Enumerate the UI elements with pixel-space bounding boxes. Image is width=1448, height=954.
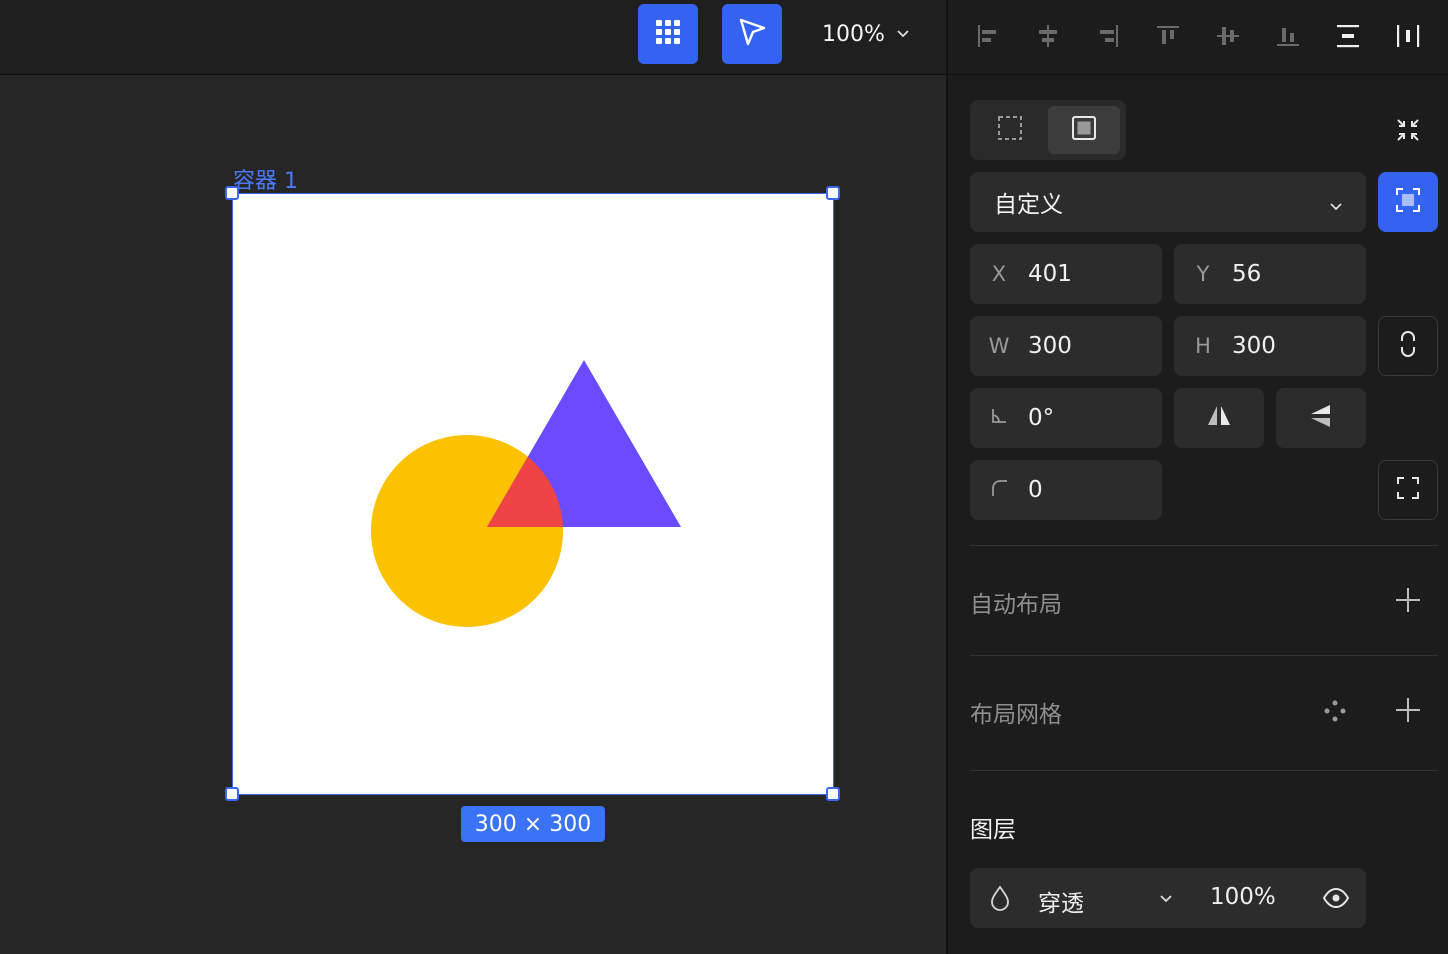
resize-handle-bottom-right[interactable] <box>826 787 840 801</box>
align-center-h-icon[interactable] <box>1030 18 1066 54</box>
collapse-icon[interactable] <box>1392 114 1424 146</box>
distribute-vertical-icon[interactable] <box>1330 18 1366 54</box>
resize-handle-bottom-left[interactable] <box>225 787 239 801</box>
frame-label[interactable]: 容器 1 <box>233 163 298 195</box>
constrain-proportions-button[interactable] <box>1378 316 1438 376</box>
grid-tool-button[interactable] <box>638 4 698 64</box>
radius-value: 0 <box>1028 477 1043 503</box>
auto-layout-title: 自动布局 <box>970 592 1062 618</box>
flip-vertical-icon <box>1307 402 1335 434</box>
width-field[interactable]: W 300 <box>970 316 1162 376</box>
fit-frame-icon <box>1394 186 1422 218</box>
grid-icon <box>654 18 682 50</box>
drop-icon <box>988 885 1012 915</box>
h-value: 300 <box>1232 333 1276 359</box>
eye-icon[interactable] <box>1322 886 1350 914</box>
w-value: 300 <box>1028 333 1072 359</box>
rotation-value: 0° <box>1028 405 1055 431</box>
select-tool-button[interactable] <box>722 4 782 64</box>
flip-horizontal-icon <box>1205 402 1233 434</box>
flip-vertical-button[interactable] <box>1276 388 1366 448</box>
frame-mode-toggle <box>970 100 1126 160</box>
frame-preset-dropdown[interactable]: 自定义 <box>970 172 1366 232</box>
corner-radius-field[interactable]: 0 <box>970 460 1162 520</box>
clip-off-option[interactable] <box>974 106 1046 154</box>
section-divider <box>970 770 1438 771</box>
frame-artwork <box>371 360 681 627</box>
corner-radius-icon <box>970 478 1028 503</box>
resize-handle-top-right[interactable] <box>826 186 840 200</box>
add-layout-grid-icon[interactable] <box>1393 695 1423 725</box>
link-icon <box>1394 330 1422 362</box>
layer-blend-row: 穿透 100% <box>970 868 1366 928</box>
y-value: 56 <box>1232 261 1262 287</box>
section-divider <box>970 655 1438 656</box>
corners-icon <box>1394 474 1422 506</box>
filled-square-icon <box>1070 114 1098 146</box>
size-badge: 300 × 300 <box>461 806 605 842</box>
layout-grid-title: 布局网格 <box>970 702 1062 728</box>
rotation-icon <box>970 406 1028 431</box>
chevron-down-icon <box>1328 194 1344 220</box>
align-top-icon[interactable] <box>1150 18 1186 54</box>
h-label: H <box>1195 334 1211 358</box>
blend-mode-value[interactable]: 穿透 <box>1038 884 1084 918</box>
x-value: 401 <box>1028 261 1072 287</box>
x-label: X <box>991 262 1007 286</box>
alignment-toolbar <box>948 0 1448 75</box>
align-left-icon[interactable] <box>970 18 1006 54</box>
resize-handle-top-left[interactable] <box>225 186 239 200</box>
chevron-down-icon <box>895 22 911 47</box>
align-middle-v-icon[interactable] <box>1210 18 1246 54</box>
independent-corners-button[interactable] <box>1378 460 1438 520</box>
properties-panel: 自定义 X 401 Y 56 W 300 H 300 0° 0 自动布局 布局网… <box>948 0 1448 954</box>
dashed-square-icon <box>996 114 1024 146</box>
flip-horizontal-button[interactable] <box>1174 388 1264 448</box>
add-auto-layout-icon[interactable] <box>1393 585 1423 615</box>
layer-title: 图层 <box>970 817 1016 843</box>
chevron-down-icon[interactable] <box>1158 890 1174 910</box>
align-bottom-icon[interactable] <box>1270 18 1306 54</box>
distribute-horizontal-icon[interactable] <box>1390 18 1426 54</box>
zoom-dropdown[interactable]: 100% <box>822 18 911 50</box>
fit-content-button[interactable] <box>1378 172 1438 232</box>
container-frame[interactable] <box>232 193 834 795</box>
section-divider <box>970 545 1438 546</box>
top-toolbar: 100% <box>0 0 946 75</box>
rotation-field[interactable]: 0° <box>970 388 1162 448</box>
y-field[interactable]: Y 56 <box>1174 244 1366 304</box>
height-field[interactable]: H 300 <box>1174 316 1366 376</box>
clip-on-option[interactable] <box>1048 106 1120 154</box>
opacity-value[interactable]: 100% <box>1210 884 1276 910</box>
grid-styles-icon[interactable] <box>1321 697 1349 725</box>
zoom-value: 100% <box>822 21 885 47</box>
cursor-arrow-icon <box>736 16 768 52</box>
align-right-icon[interactable] <box>1090 18 1126 54</box>
w-label: W <box>988 334 1010 358</box>
preset-value: 自定义 <box>994 192 1063 218</box>
x-field[interactable]: X 401 <box>970 244 1162 304</box>
y-label: Y <box>1196 262 1210 286</box>
